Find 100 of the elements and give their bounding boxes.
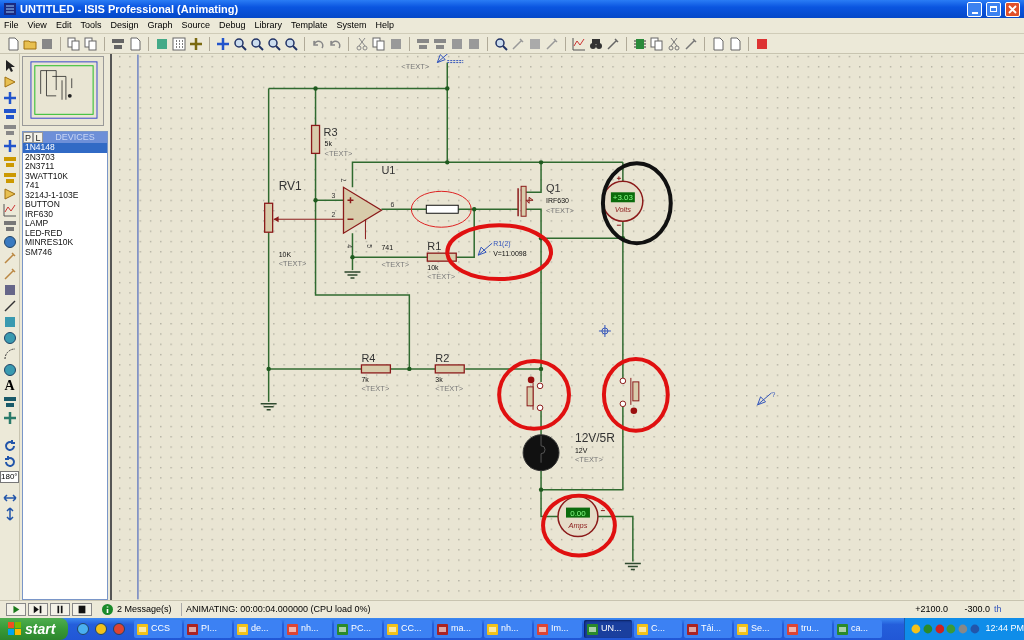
rotate-anticlockwise-icon[interactable] [2,455,17,469]
menu-item[interactable]: Design [110,18,139,33]
junction-dot [538,236,544,241]
ground-symbol [343,271,362,279]
menu-item[interactable]: Tools [80,18,102,33]
taskbar-button[interactable]: PC... [334,620,382,638]
text-tool[interactable]: A [4,379,15,393]
device-item[interactable]: LED-RED [23,228,107,238]
junction-dot [538,366,544,372]
start-label: start [25,619,56,639]
start-button[interactable]: start [0,618,68,640]
device-item[interactable]: 741 [23,181,107,191]
menu-item[interactable]: System [336,18,367,33]
device-item[interactable]: 3214J-1-103E [23,190,107,200]
taskbar-button[interactable]: UN... [584,620,632,638]
menu-item[interactable]: Library [254,18,282,33]
component-reference: R2 [435,351,450,364]
junction-dot [266,366,271,372]
restore-button[interactable] [986,1,1001,17]
menu-item[interactable]: Edit [55,18,72,33]
window-icon [837,623,848,635]
stop-button[interactable] [72,603,92,616]
tray-icon[interactable] [934,624,945,634]
junction-dot [313,86,318,91]
menu-item[interactable]: Help [375,18,395,33]
close-button[interactable] [1005,1,1020,17]
device-item[interactable]: 2N3703 [23,152,107,162]
taskbar-button[interactable]: C... [634,620,682,638]
mosfet-symbol [517,185,534,217]
ground-symbol [259,403,278,411]
device-item[interactable]: 2N3711 [23,162,107,172]
graph-icon[interactable] [2,203,17,217]
tray-icon[interactable] [911,624,921,634]
info-icon [102,604,113,615]
coordinate-readout: +2100.0 [914,602,948,616]
junction-icon[interactable] [2,91,17,105]
menu-item[interactable]: Template [291,18,328,33]
resistor-symbol [360,364,392,374]
taskbar-button[interactable]: CC... [384,620,432,638]
zoom-area-icon[interactable] [284,36,298,51]
component-reference: 12V/5R [575,430,615,445]
device-item[interactable]: SM746 [23,247,107,257]
play-button[interactable] [6,603,26,616]
arc-icon[interactable] [2,347,17,361]
menu-item[interactable]: Source [181,18,210,33]
overview-drawing[interactable] [22,56,104,126]
rotate-clockwise-icon[interactable] [2,439,17,453]
binoculars-icon[interactable] [589,36,603,51]
device-item[interactable]: 1N4148 [23,143,107,153]
wire-link-symbol [425,204,459,214]
device-item[interactable]: IRF630 [23,209,107,219]
units-readout: th [994,602,1002,616]
taskbar-button[interactable]: PI... [184,620,232,638]
zoom-in-icon[interactable] [233,36,247,51]
line-icon[interactable] [2,299,17,313]
circle-icon[interactable] [2,331,17,345]
menu-item[interactable]: File [4,18,19,33]
rotation-field[interactable]: 180° [0,471,19,483]
junction-dot [472,207,477,212]
menu-item[interactable]: View [27,18,47,33]
taskbar-button[interactable]: ma... [434,620,482,638]
window-icon [137,623,148,635]
message-count[interactable]: 2 Message(s) [117,602,177,617]
taskbar-button[interactable]: ca... [834,620,882,638]
window-icon [587,623,598,635]
grid-icon[interactable] [172,36,186,51]
minimize-button[interactable] [967,1,982,17]
taskbar-button[interactable]: CCS [134,620,182,638]
push-button-symbol [526,376,544,412]
window-icon [787,623,798,635]
menu-item[interactable]: Graph [147,18,173,33]
zoom-all-icon[interactable] [267,36,281,51]
menu-item[interactable]: Debug [218,18,246,33]
device-item[interactable]: 3WATT10K [23,171,107,181]
window-icon [637,623,648,635]
step-button[interactable] [28,603,48,616]
taskbar-button[interactable]: nh... [284,620,332,638]
zoom-out-icon[interactable] [250,36,264,51]
tray-icon[interactable] [969,624,980,634]
copy-icon[interactable] [372,36,386,51]
window-icon [287,623,298,635]
device-item[interactable]: MINRES10K [23,238,107,248]
windows-flag-icon [8,622,22,636]
taskbar-button[interactable]: tru... [784,620,832,638]
taskbar-button[interactable]: Tải... [684,620,732,638]
taskbar-button[interactable]: nh... [484,620,532,638]
taskbar-button[interactable]: de... [234,620,282,638]
wire-route-icon[interactable] [572,36,586,51]
taskbar-button[interactable]: Im... [534,620,582,638]
cut-icon[interactable] [355,36,369,51]
component-reference: U1 [381,164,396,177]
pause-button[interactable] [50,603,70,616]
selector-title: DEVICES [54,132,96,143]
taskbar-button[interactable]: Se... [734,620,782,638]
netlist-icon[interactable] [633,36,647,51]
device-item[interactable]: BUTTON [23,200,107,210]
device-item[interactable]: LAMP [23,219,107,229]
window-icon [387,623,398,635]
new-file-icon[interactable] [6,36,20,51]
clock: 12:44 PM [985,622,1024,636]
